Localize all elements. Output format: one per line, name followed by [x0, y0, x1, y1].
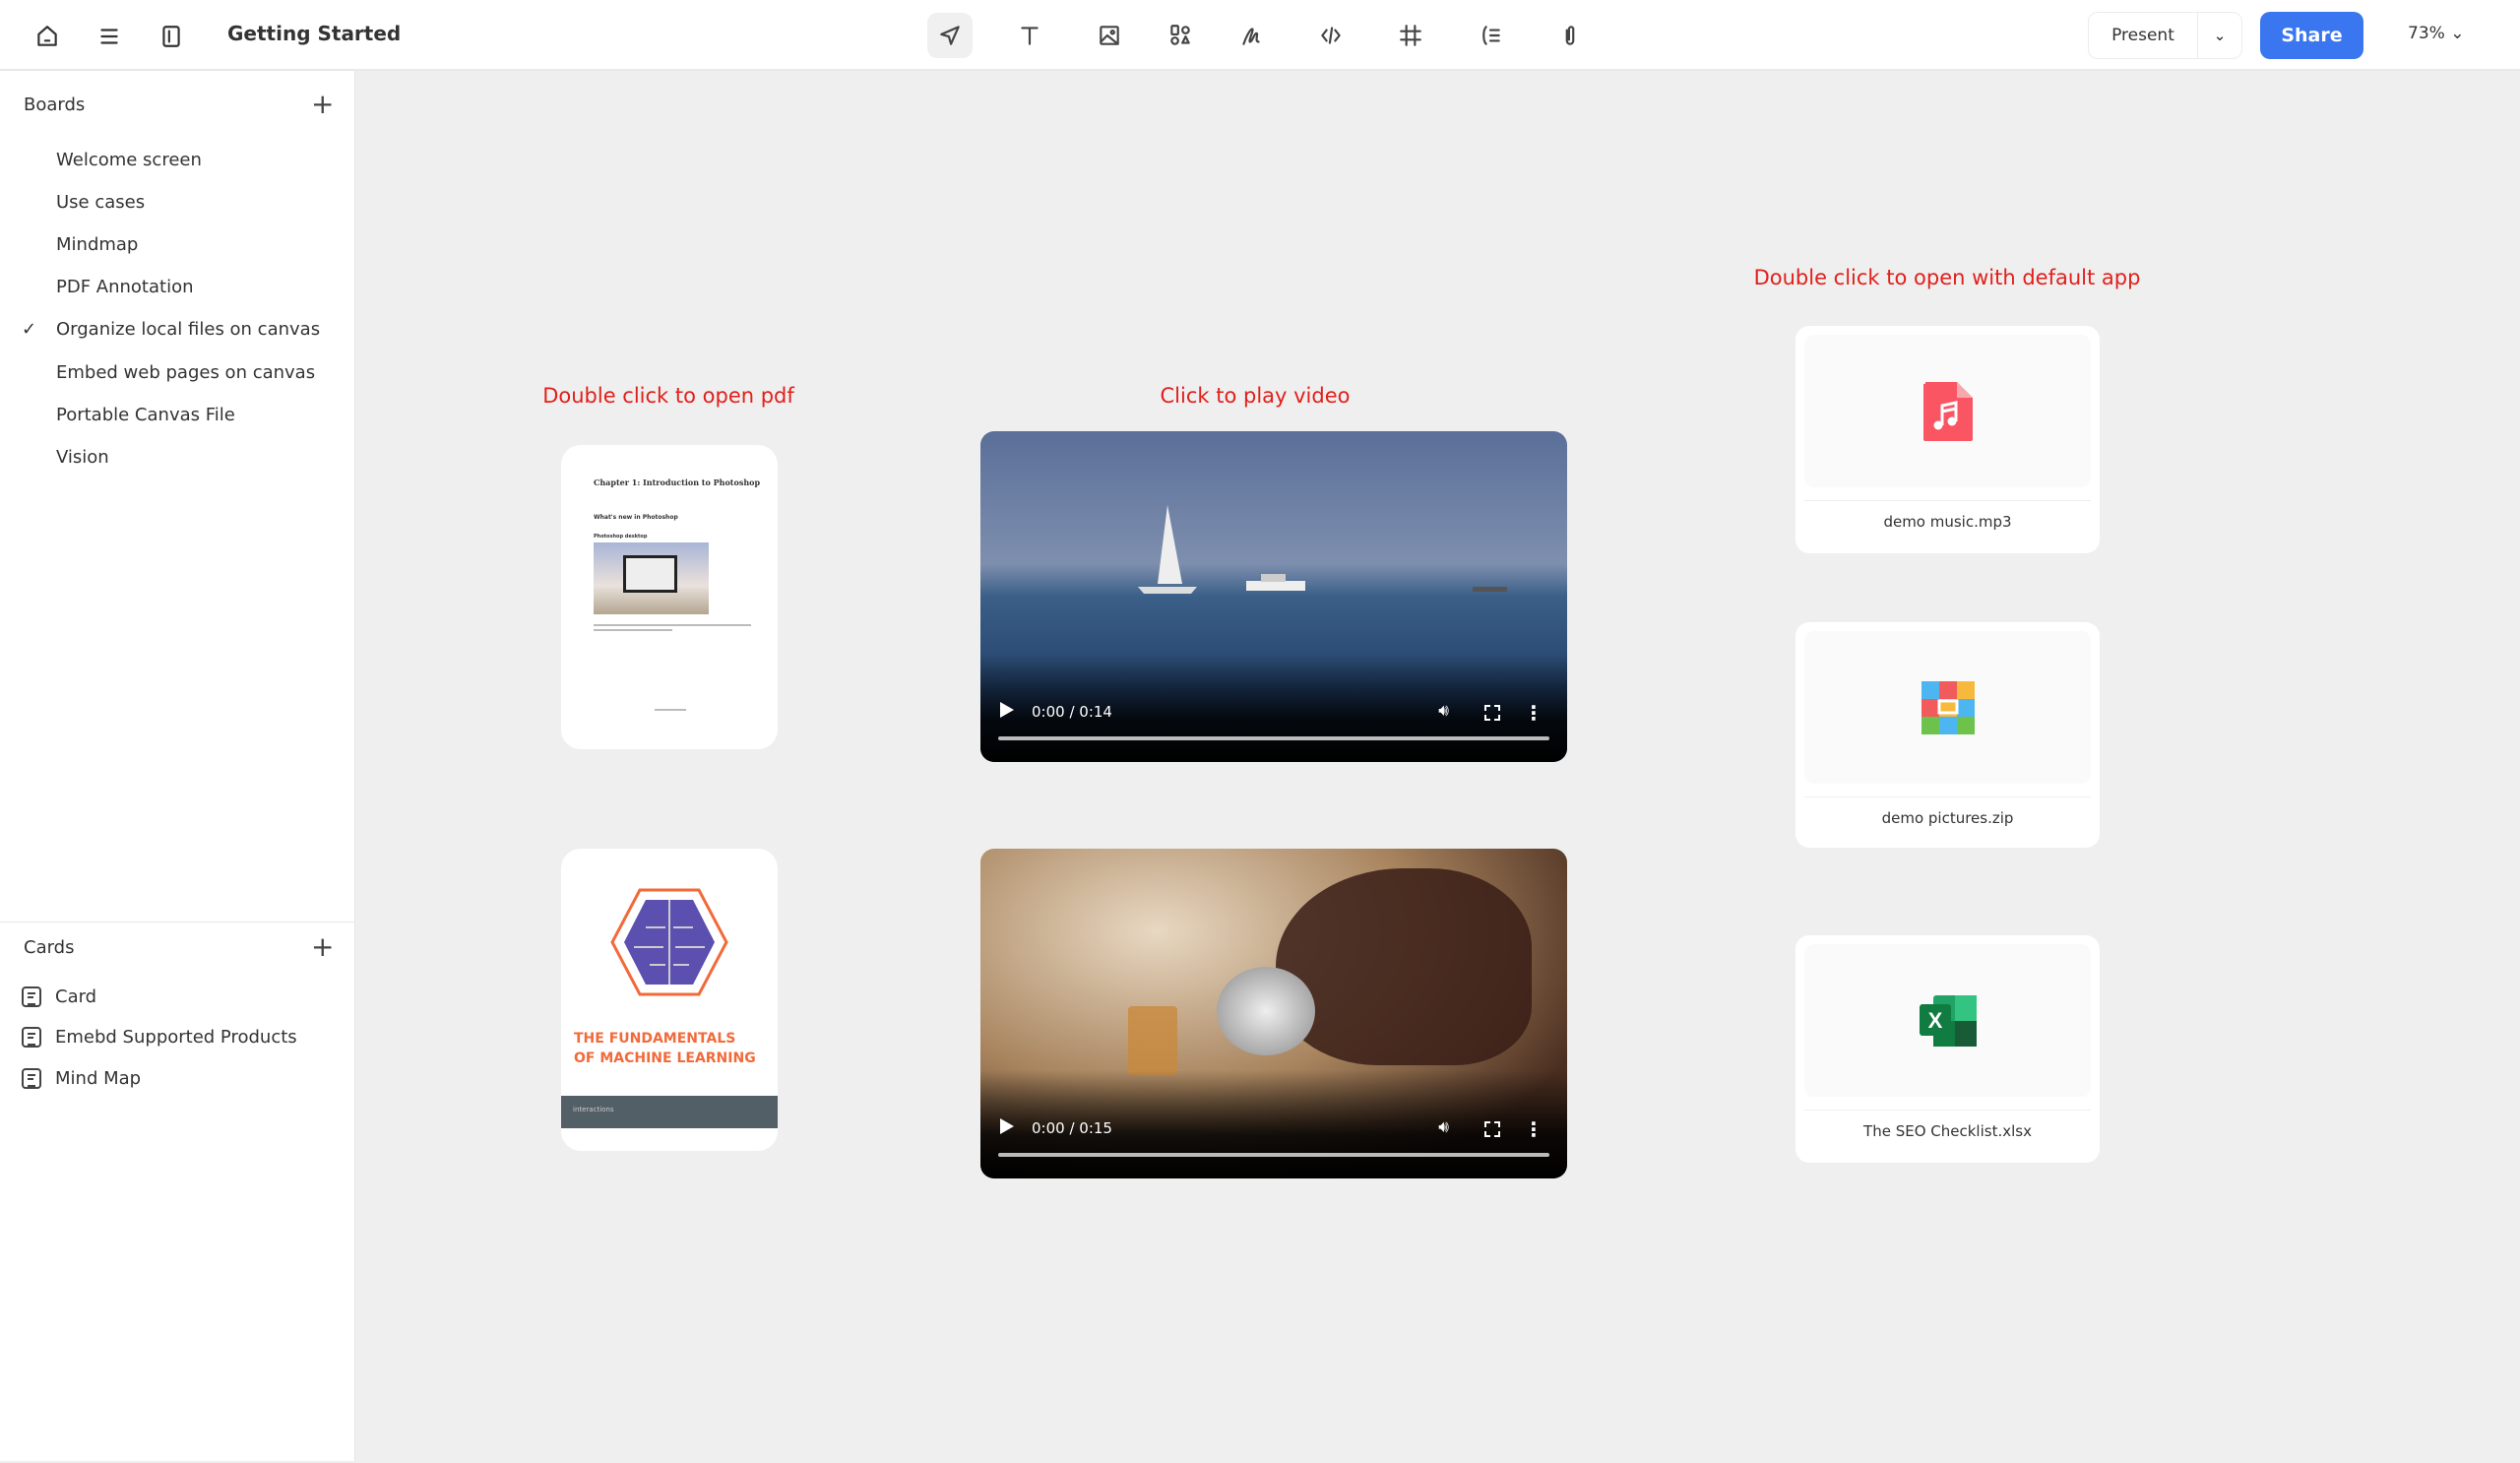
sidebar-item-pdf-annotation[interactable]: PDF Annotation [56, 277, 194, 297]
volume-icon[interactable]: 🔊︎ [1438, 1117, 1449, 1137]
book-footer: interactions [561, 1096, 778, 1128]
file-name: demo music.mp3 [1883, 513, 2012, 531]
brain-icon [610, 888, 728, 996]
card-item[interactable]: Card [22, 986, 96, 1007]
zip-file-icon [1921, 680, 1975, 734]
more-options-icon[interactable]: ⋮ [1524, 1119, 1544, 1139]
board-title: Getting Started [227, 22, 402, 45]
pdf-subheading: What's new in Photoshop [594, 514, 678, 521]
pdf-hint: Double click to open pdf [542, 384, 794, 408]
card-item[interactable]: Emebd Supported Products [22, 1027, 297, 1048]
pdf-caption: Photoshop desktop [594, 534, 648, 540]
file-preview [1804, 335, 2091, 487]
file-card-excel[interactable]: X The SEO Checklist.xlsx [1796, 935, 2100, 1163]
present-label[interactable]: Present [2089, 13, 2198, 58]
zoom-select[interactable]: 73% ⌄ [2408, 24, 2464, 43]
more-options-icon[interactable]: ⋮ [1524, 703, 1544, 723]
video-progress-bar[interactable] [998, 736, 1549, 740]
top-toolbar: Getting Started Present ⌄ Share 73% ⌄ [0, 0, 2520, 71]
video-time: 0:00 / 0:14 [1032, 703, 1112, 721]
video-controls: 0:00 / 0:15 🔊︎ ⋮ [980, 1070, 1567, 1178]
audio-file-icon [1922, 381, 1973, 441]
check-icon: ✓ [22, 319, 37, 340]
publisher: interactions [573, 1106, 614, 1113]
card-label: Mind Map [55, 1068, 142, 1089]
card-separator [1804, 500, 2091, 501]
sidebar-item-welcome[interactable]: Welcome screen [56, 150, 202, 170]
pen-tool-icon[interactable] [1228, 13, 1274, 58]
video-hint: Click to play video [1160, 384, 1351, 408]
video-time: 0:00 / 0:15 [1032, 1119, 1112, 1137]
embed-code-tool-icon[interactable] [1308, 13, 1354, 58]
document-icon [22, 986, 41, 1007]
select-tool-icon[interactable] [927, 13, 973, 58]
menu-icon[interactable] [91, 18, 128, 55]
video-player-sailboat[interactable]: 0:00 / 0:14 🔊︎ ⋮ [980, 431, 1567, 762]
sidebar-item-mindmap[interactable]: Mindmap [56, 234, 138, 255]
card-label: Emebd Supported Products [55, 1027, 297, 1048]
file-preview [1804, 631, 2091, 784]
video-player-tea[interactable]: 0:00 / 0:15 🔊︎ ⋮ [980, 849, 1567, 1178]
file-card-zip[interactable]: demo pictures.zip [1796, 622, 2100, 848]
chevron-down-icon[interactable]: ⌄ [2198, 13, 2241, 58]
home-icon[interactable] [29, 18, 66, 55]
card-separator [1804, 796, 2091, 797]
app-hint: Double click to open with default app [1753, 266, 2141, 289]
text-tool-icon[interactable] [1007, 13, 1052, 58]
zoom-level: 73% [2408, 24, 2445, 43]
video-frame-boats [1138, 505, 1507, 594]
attach-tool-icon[interactable] [1547, 13, 1593, 58]
share-button[interactable]: Share [2260, 12, 2363, 59]
video-frame-person [1276, 868, 1532, 1065]
sidebar-toggle-icon[interactable] [153, 18, 190, 55]
chevron-down-icon: ⌄ [2450, 24, 2465, 43]
pdf-card-photoshop[interactable]: Chapter 1: Introduction to Photoshop Wha… [561, 445, 778, 749]
add-card-button[interactable]: + [311, 933, 334, 961]
image-tool-icon[interactable] [1087, 13, 1132, 58]
mindmap-tool-icon[interactable] [1468, 13, 1513, 58]
sidebar-item-organize-local-files[interactable]: Organize local files on canvas [56, 319, 320, 340]
boards-heading: Boards [24, 95, 86, 115]
card-separator [1804, 1110, 2091, 1111]
card-item[interactable]: Mind Map [22, 1068, 141, 1089]
book-title: THE FUNDAMENTALS OF MACHINE LEARNING [574, 1029, 756, 1068]
pdf-image [594, 542, 709, 614]
cards-heading: Cards [24, 937, 75, 958]
sidebar-item-embed-web-pages[interactable]: Embed web pages on canvas [56, 362, 315, 383]
file-name: The SEO Checklist.xlsx [1863, 1122, 2032, 1140]
sidebar-item-portable-canvas[interactable]: Portable Canvas File [56, 405, 235, 425]
video-controls: 0:00 / 0:14 🔊︎ ⋮ [980, 654, 1567, 762]
add-board-button[interactable]: + [311, 91, 334, 118]
volume-icon[interactable]: 🔊︎ [1438, 701, 1449, 721]
video-frame-teapot [1217, 967, 1315, 1055]
pdf-heading: Chapter 1: Introduction to Photoshop [594, 477, 761, 487]
sidebar-item-use-cases[interactable]: Use cases [56, 192, 145, 213]
fullscreen-icon[interactable] [1484, 705, 1500, 721]
file-name: demo pictures.zip [1881, 809, 2014, 827]
card-label: Card [55, 986, 97, 1007]
shapes-tool-icon[interactable] [1158, 13, 1203, 58]
excel-file-icon: X [1919, 994, 1977, 1047]
sidebar: Boards + Welcome screen Use cases Mindma… [0, 71, 355, 1461]
book-title-line1: THE FUNDAMENTALS [574, 1031, 736, 1047]
file-card-music[interactable]: demo music.mp3 [1796, 326, 2100, 553]
video-progress-bar[interactable] [998, 1153, 1549, 1157]
play-icon[interactable] [1000, 702, 1014, 718]
play-icon[interactable] [1000, 1118, 1014, 1134]
document-icon [22, 1068, 41, 1089]
present-button[interactable]: Present ⌄ [2088, 12, 2242, 59]
book-title-line2: OF MACHINE LEARNING [574, 1050, 756, 1066]
file-preview: X [1804, 944, 2091, 1097]
frame-tool-icon[interactable] [1388, 13, 1433, 58]
svg-text:X: X [1927, 1008, 1942, 1033]
document-icon [22, 1027, 41, 1048]
pdf-card-machine-learning[interactable]: THE FUNDAMENTALS OF MACHINE LEARNING int… [561, 849, 778, 1151]
fullscreen-icon[interactable] [1484, 1121, 1500, 1137]
sidebar-item-vision[interactable]: Vision [56, 447, 109, 468]
video-frame-glass [1128, 1006, 1177, 1075]
